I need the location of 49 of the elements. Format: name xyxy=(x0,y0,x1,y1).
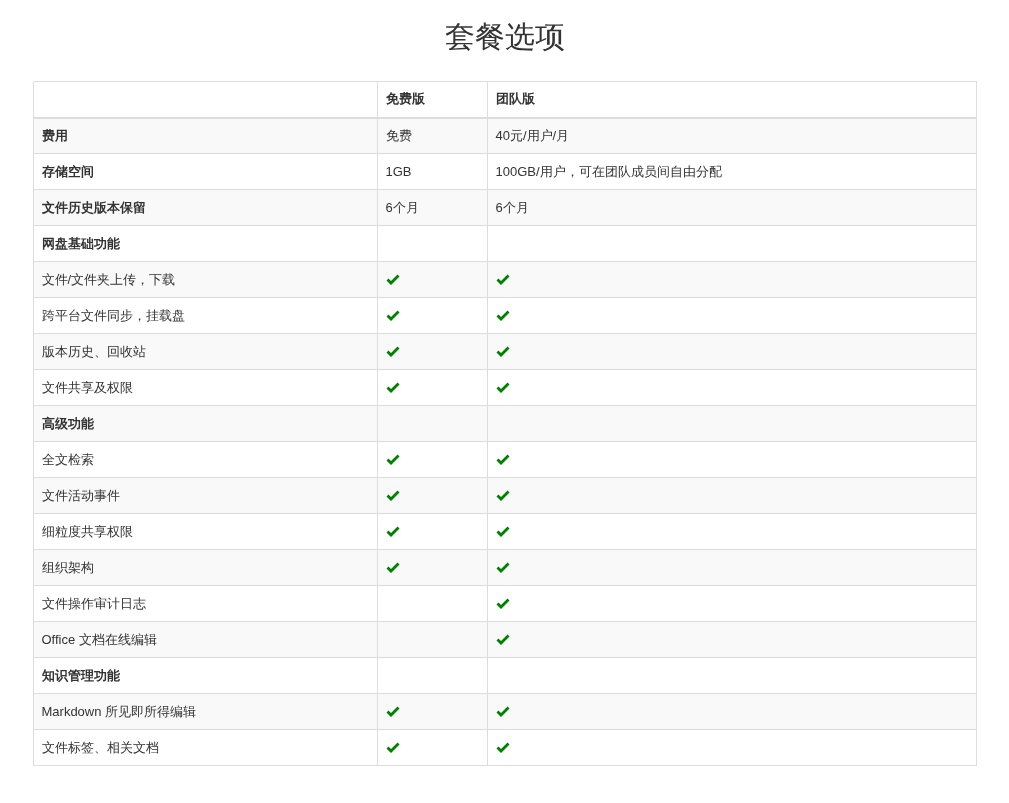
row-label: 文件历史版本保留 xyxy=(33,189,377,226)
check-icon xyxy=(385,345,400,358)
check-icon xyxy=(385,705,400,718)
table-cell: 40元/用户/月 xyxy=(487,117,976,154)
check-icon xyxy=(495,489,510,502)
row-label: Markdown 所见即所得编辑 xyxy=(33,693,377,730)
check-icon xyxy=(495,705,510,718)
row-label: 网盘基础功能 xyxy=(33,225,377,262)
check-icon xyxy=(495,525,510,538)
check-icon xyxy=(385,525,400,538)
check-icon xyxy=(385,489,400,502)
row-label: 版本历史、回收站 xyxy=(33,333,377,370)
table-cell: 免费 xyxy=(377,117,487,154)
row-label: 细粒度共享权限 xyxy=(33,513,377,550)
row-label: 全文检索 xyxy=(33,441,377,478)
check-icon xyxy=(385,309,400,322)
page-title: 套餐选项 xyxy=(443,19,566,55)
check-icon xyxy=(495,381,510,394)
check-icon xyxy=(495,273,510,286)
check-icon xyxy=(495,597,510,610)
row-label: 文件活动事件 xyxy=(33,477,377,514)
table-cell: 1GB xyxy=(377,153,487,190)
check-icon xyxy=(385,381,400,394)
row-label: 文件标签、相关文档 xyxy=(33,729,377,766)
check-icon xyxy=(495,633,510,646)
table-cell: 6个月 xyxy=(487,189,976,226)
row-label: 费用 xyxy=(33,117,377,154)
row-label: 知识管理功能 xyxy=(33,657,377,694)
check-icon xyxy=(495,309,510,322)
row-label: Office 文档在线编辑 xyxy=(33,621,377,658)
column-header: 团队版 xyxy=(487,81,976,118)
row-label: 存储空间 xyxy=(33,153,377,190)
check-icon xyxy=(385,561,400,574)
check-icon xyxy=(385,741,400,754)
row-label: 文件/文件夹上传，下载 xyxy=(33,261,377,298)
table-cell: 100GB/用户，可在团队成员间自由分配 xyxy=(487,153,976,190)
row-label: 组织架构 xyxy=(33,549,377,586)
check-icon xyxy=(385,453,400,466)
check-icon xyxy=(495,453,510,466)
check-icon xyxy=(495,345,510,358)
row-label: 跨平台文件同步，挂载盘 xyxy=(33,297,377,334)
check-icon xyxy=(495,741,510,754)
check-icon xyxy=(385,273,400,286)
table-cell: 6个月 xyxy=(377,189,487,226)
row-label: 文件共享及权限 xyxy=(33,369,377,406)
row-label: 文件操作审计日志 xyxy=(33,585,377,622)
check-icon xyxy=(495,561,510,574)
column-header: 免费版 xyxy=(377,81,487,118)
row-label: 高级功能 xyxy=(33,405,377,442)
